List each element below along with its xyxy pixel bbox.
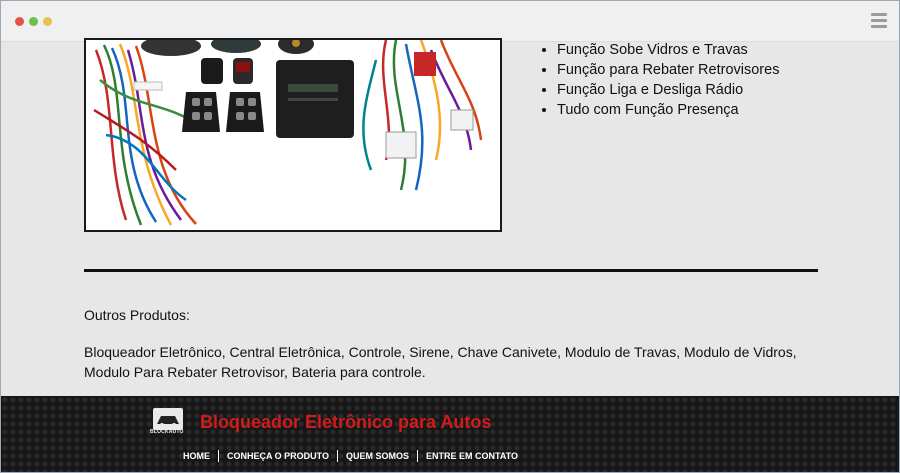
nav-quem-somos[interactable]: QUEM SOMOS xyxy=(337,450,417,462)
feature-item: Função Liga e Desliga Rádio xyxy=(557,80,779,100)
site-title[interactable]: Bloqueador Eletrônico para Autos xyxy=(200,412,491,433)
feature-item: Função Sobe Vidros e Travas xyxy=(557,40,779,60)
product-kit-image xyxy=(86,40,500,230)
maximize-window-dot[interactable] xyxy=(43,17,52,26)
section-divider xyxy=(84,269,818,272)
feature-item: Tudo com Função Presença xyxy=(557,100,779,120)
nav-conheca-produto[interactable]: CONHEÇA O PRODUTO xyxy=(218,450,337,462)
nav-home[interactable]: HOME xyxy=(183,450,218,462)
title-bar xyxy=(1,1,899,42)
other-products-text: Bloqueador Eletrônico, Central Eletrônic… xyxy=(84,344,797,380)
hamburger-icon[interactable] xyxy=(871,13,887,29)
site-footer: BLOCKAUTO Bloqueador Eletrônico para Aut… xyxy=(1,396,899,472)
other-products-title: Outros Produtos: xyxy=(84,307,190,323)
close-window-dot[interactable] xyxy=(15,17,24,26)
footer-nav: HOME CONHEÇA O PRODUTO QUEM SOMOS ENTRE … xyxy=(183,450,526,462)
browser-window: Função Sobe Vidros e Travas Função para … xyxy=(0,0,900,473)
minimize-window-dot[interactable] xyxy=(29,17,38,26)
nav-entre-em-contato[interactable]: ENTRE EM CONTATO xyxy=(417,450,526,462)
product-image xyxy=(84,38,502,232)
page-content: Função Sobe Vidros e Travas Função para … xyxy=(1,38,899,396)
feature-item: Função para Rebater Retrovisores xyxy=(557,60,779,80)
logo-text: BLOCKAUTO xyxy=(150,429,184,435)
feature-list: Função Sobe Vidros e Travas Função para … xyxy=(539,40,779,120)
